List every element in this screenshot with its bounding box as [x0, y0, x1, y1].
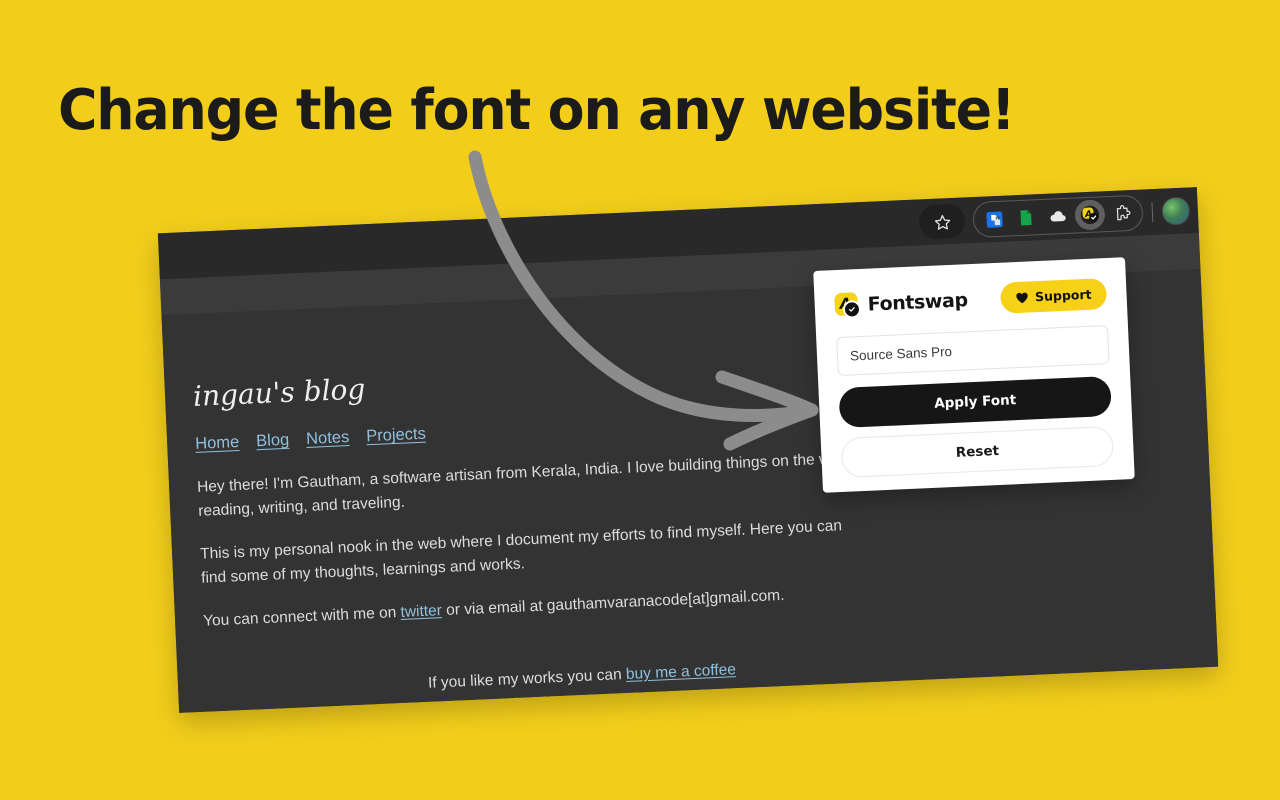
puzzle-extensions-icon[interactable] — [1106, 198, 1137, 229]
cloud-extension-icon[interactable] — [1042, 201, 1073, 232]
green-document-extension-icon[interactable] — [1010, 202, 1041, 233]
nav-link-notes[interactable]: Notes — [306, 428, 350, 449]
footer-madewith-text: Made with — [488, 693, 564, 713]
apply-font-button[interactable]: Apply Font — [838, 375, 1112, 429]
page-title: Change the font on any website! — [58, 78, 1015, 143]
blog-paragraph-intro: Hey there! I'm Gautham, a software artis… — [196, 449, 853, 520]
nav-link-home[interactable]: Home — [195, 433, 240, 454]
profile-avatar[interactable] — [1161, 196, 1191, 226]
hugo-bear-link[interactable]: Hugo ʕ•ᴥ•ʔ Bear — [563, 689, 678, 711]
blog-paragraph-contact: You can connect with me on twitter or vi… — [203, 580, 863, 633]
reset-button[interactable]: Reset — [840, 425, 1115, 478]
blog-paragraph-about: This is my personal nook in the web wher… — [199, 517, 843, 587]
toolbar-divider — [1151, 202, 1154, 223]
extensions-pinned-group: A — [972, 194, 1144, 239]
brand-name: Fontswap — [867, 288, 969, 316]
heart-icon — [1016, 292, 1029, 303]
blue-shield-extension-icon[interactable] — [978, 204, 1009, 235]
footer-coffee-text: If you like my works you can — [427, 666, 627, 692]
blog-footer: If you like my works you can buy me a co… — [206, 638, 1199, 713]
nav-link-projects[interactable]: Projects — [366, 425, 426, 447]
font-name-input[interactable] — [836, 324, 1110, 377]
buy-me-a-coffee-link[interactable]: buy me a coffee — [626, 661, 737, 683]
nav-link-blog[interactable]: Blog — [256, 431, 290, 451]
promo-banner: Change the font on any website! A ingau'… — [0, 0, 1280, 800]
contact-text-after: or via email at gauthamvaranacode[at]gma… — [441, 586, 785, 620]
support-label: Support — [1034, 286, 1092, 305]
brand: A Fontswap — [834, 287, 968, 319]
popup-body: Apply Font Reset — [815, 308, 1134, 479]
support-button[interactable]: Support — [1000, 278, 1108, 314]
twitter-link[interactable]: twitter — [400, 602, 442, 621]
fontswap-popup: A Fontswap Support Apply Font R — [813, 257, 1135, 493]
logo-check-badge-icon — [842, 299, 862, 319]
fontswap-logo-icon: A — [834, 291, 862, 319]
contact-text-before: You can connect with me on — [202, 604, 401, 630]
fontswap-extension-icon[interactable]: A — [1074, 199, 1106, 231]
bookmark-star-icon[interactable] — [918, 203, 966, 240]
